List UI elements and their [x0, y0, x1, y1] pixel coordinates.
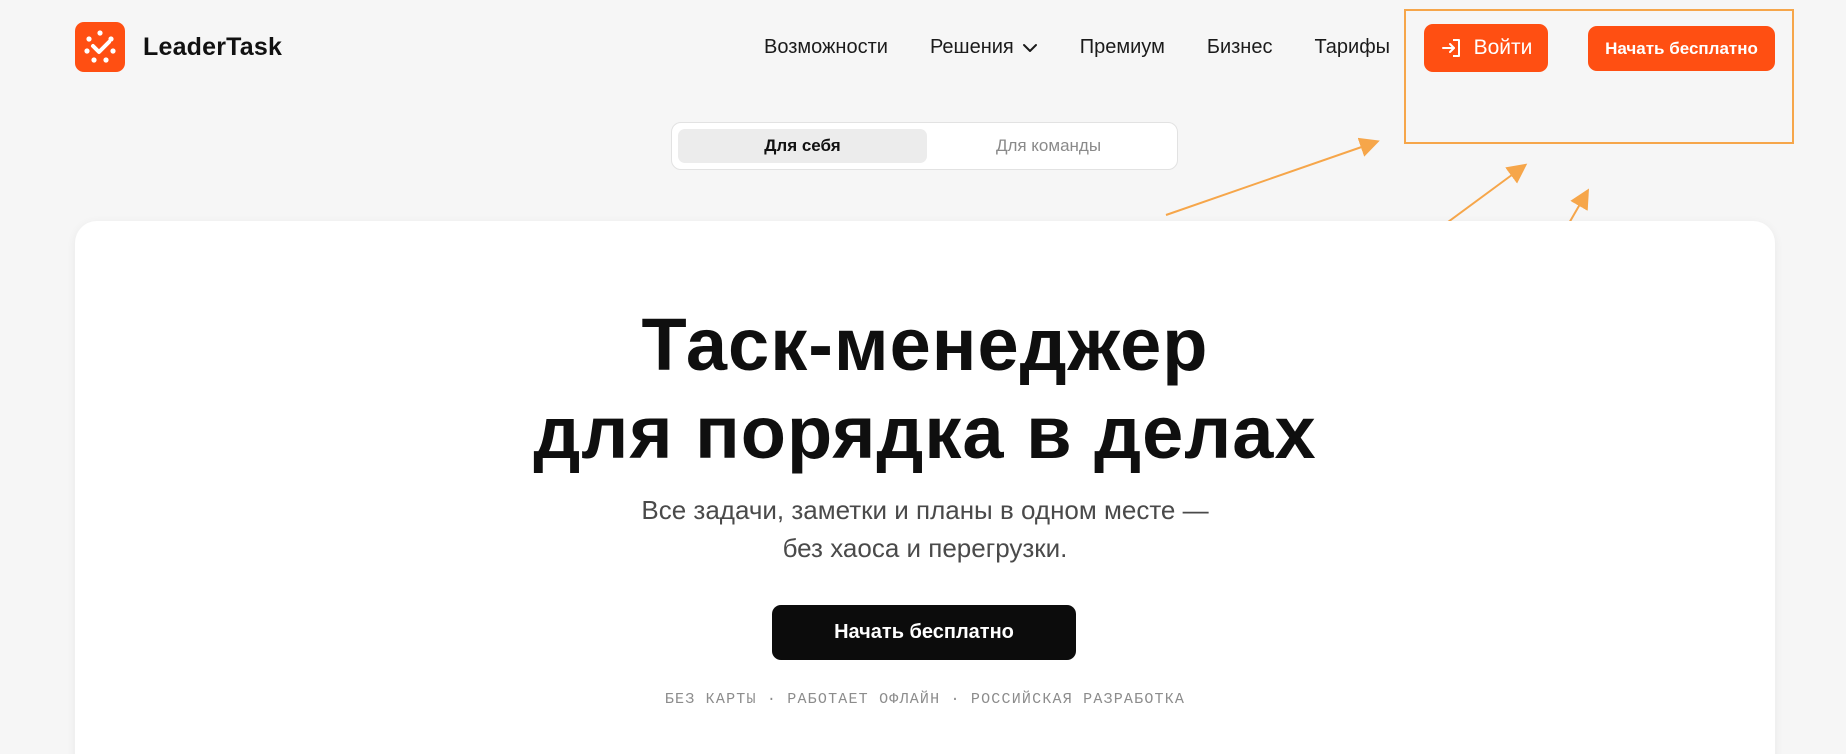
main-nav: Возможности Решения Премиум Бизнес Тариф…: [764, 36, 1390, 59]
chevron-down-icon: [1022, 43, 1038, 53]
nav-item-label: Тарифы: [1314, 36, 1391, 58]
nav-item-features[interactable]: Возможности: [764, 36, 888, 59]
login-icon: [1440, 36, 1464, 60]
logo[interactable]: LeaderTask: [75, 22, 282, 72]
hero-subtitle: Все задачи, заметки и планы в одном мест…: [641, 495, 1209, 563]
audience-toggle: Для себя Для команды: [671, 122, 1178, 170]
hero-title-line-2: для порядка в делах: [533, 391, 1317, 474]
features-line: БЕЗ КАРТЫ · РАБОТАЕТ ОФЛАЙН · РОССИЙСКАЯ…: [664, 691, 1186, 708]
login-button[interactable]: Войти: [1424, 24, 1548, 72]
hero-title: Таск-менеджер для порядка в делах: [75, 301, 1775, 477]
hero-card: Таск-менеджер для порядка в делах Все за…: [75, 221, 1775, 754]
toggle-option-personal[interactable]: Для себя: [678, 129, 927, 163]
nav-item-label: Решения: [929, 36, 1014, 58]
toggle-option-label: Для себя: [764, 136, 841, 155]
nav-item-label: Возможности: [764, 36, 888, 58]
nav-item-solutions[interactable]: Решения: [930, 36, 1038, 59]
brand-name: LeaderTask: [143, 32, 283, 61]
start-free-header-button[interactable]: Начать бесплатно: [1588, 26, 1775, 71]
toggle-option-label: Для команды: [995, 136, 1102, 155]
start-free-hero-label: Начать бесплатно: [834, 621, 1014, 643]
checkmark-clock-icon: [75, 22, 125, 72]
start-free-header-label: Начать бесплатно: [1605, 38, 1758, 58]
annotation-arrow: [1165, 137, 1380, 216]
nav-item-premium[interactable]: Премиум: [1080, 36, 1165, 59]
page: LeaderTask Возможности Решения Премиум Б…: [0, 0, 1846, 754]
start-free-hero-button[interactable]: Начать бесплатно: [772, 605, 1076, 660]
nav-item-label: Премиум: [1079, 36, 1165, 58]
nav-item-label: Бизнес: [1206, 36, 1273, 58]
login-button-label: Войти: [1473, 36, 1533, 59]
nav-item-business[interactable]: Бизнес: [1207, 36, 1273, 59]
toggle-option-team[interactable]: Для команды: [924, 129, 1173, 163]
hero-title-line-1: Таск-менеджер: [641, 303, 1209, 386]
nav-item-pricing[interactable]: Тарифы: [1314, 36, 1390, 59]
